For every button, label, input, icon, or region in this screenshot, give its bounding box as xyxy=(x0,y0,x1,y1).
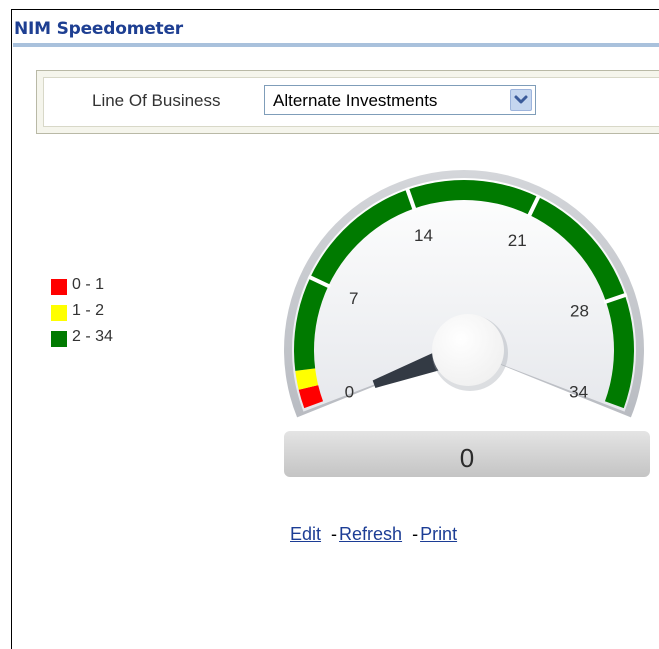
gauge-readout: 0 xyxy=(284,431,650,477)
tick-label: 34 xyxy=(569,383,588,402)
tick-label: 0 xyxy=(345,383,354,402)
legend-swatch xyxy=(51,279,67,295)
legend-label: 1 - 2 xyxy=(72,302,105,319)
page-title: NIM Speedometer xyxy=(14,19,183,39)
legend-label: 0 - 1 xyxy=(72,276,105,293)
edit-link[interactable]: Edit xyxy=(290,524,321,544)
tick-label: 21 xyxy=(508,231,527,250)
line-of-business-select[interactable]: Alternate Investments xyxy=(264,85,536,115)
legend-label: 2 - 34 xyxy=(72,328,113,345)
print-link[interactable]: Print xyxy=(420,524,457,544)
tick-label: 14 xyxy=(414,226,433,245)
tick-label: 7 xyxy=(349,289,358,308)
readout-value: 0 xyxy=(460,443,474,473)
speedometer-gauge: 0 7 14 21 28 34 0 xyxy=(284,170,650,477)
line-of-business-label: Line Of Business xyxy=(92,91,221,110)
needle-cap xyxy=(432,314,504,386)
dropdown-button[interactable] xyxy=(510,89,532,111)
title-divider xyxy=(13,43,659,47)
tick-label: 28 xyxy=(570,302,589,321)
legend-swatch xyxy=(51,331,67,347)
link-separator: - xyxy=(331,524,338,544)
legend-swatch xyxy=(51,305,67,321)
refresh-link[interactable]: Refresh xyxy=(339,524,402,544)
chevron-down-icon xyxy=(514,95,528,104)
link-separator: - xyxy=(412,524,419,544)
line-of-business-value: Alternate Investments xyxy=(273,91,438,110)
action-links: Edit - Refresh - Print xyxy=(290,524,457,545)
